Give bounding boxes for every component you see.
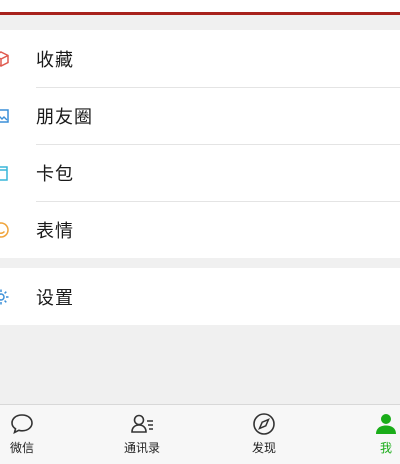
tab-label: 发现 <box>251 441 276 455</box>
menu-item-label: 收藏 <box>36 49 74 71</box>
person-icon <box>373 411 399 437</box>
menu-item-stickers[interactable]: 表情 <box>0 201 400 258</box>
menu-item-label: 设置 <box>36 287 74 309</box>
photo-icon <box>0 107 10 125</box>
menu-group-settings: 设置 <box>0 268 400 325</box>
menu-item-settings[interactable]: 设置 <box>0 268 400 325</box>
profile-header-edge <box>0 0 400 15</box>
menu-item-label: 朋友圈 <box>36 106 93 128</box>
gear-icon <box>0 288 10 306</box>
tab-label: 我 <box>379 441 392 455</box>
contacts-icon <box>129 411 155 437</box>
menu-group-main: 收藏 朋友圈 卡包 表情 <box>0 30 400 258</box>
tab-label: 通讯录 <box>123 441 160 455</box>
tab-chats[interactable]: 微信 <box>0 405 62 464</box>
chat-bubble-icon <box>9 411 35 437</box>
menu-item-moments[interactable]: 朋友圈 <box>0 87 400 144</box>
me-screen: 收藏 朋友圈 卡包 表情 设置 微信 通讯录 发现 我 <box>0 0 400 464</box>
compass-icon <box>251 411 277 437</box>
cube-icon <box>0 50 10 68</box>
menu-item-cards[interactable]: 卡包 <box>0 144 400 201</box>
bottom-tab-bar: 微信 通讯录 发现 我 <box>0 404 400 464</box>
menu-item-favorites[interactable]: 收藏 <box>0 30 400 87</box>
menu-item-label: 卡包 <box>36 163 74 185</box>
smiley-icon <box>0 221 10 239</box>
tab-discover[interactable]: 发现 <box>224 405 304 464</box>
tab-contacts[interactable]: 通讯录 <box>102 405 182 464</box>
tab-me[interactable]: 我 <box>346 405 400 464</box>
menu-item-label: 表情 <box>36 220 74 242</box>
wallet-icon <box>0 164 10 182</box>
tab-label: 微信 <box>9 441 34 455</box>
